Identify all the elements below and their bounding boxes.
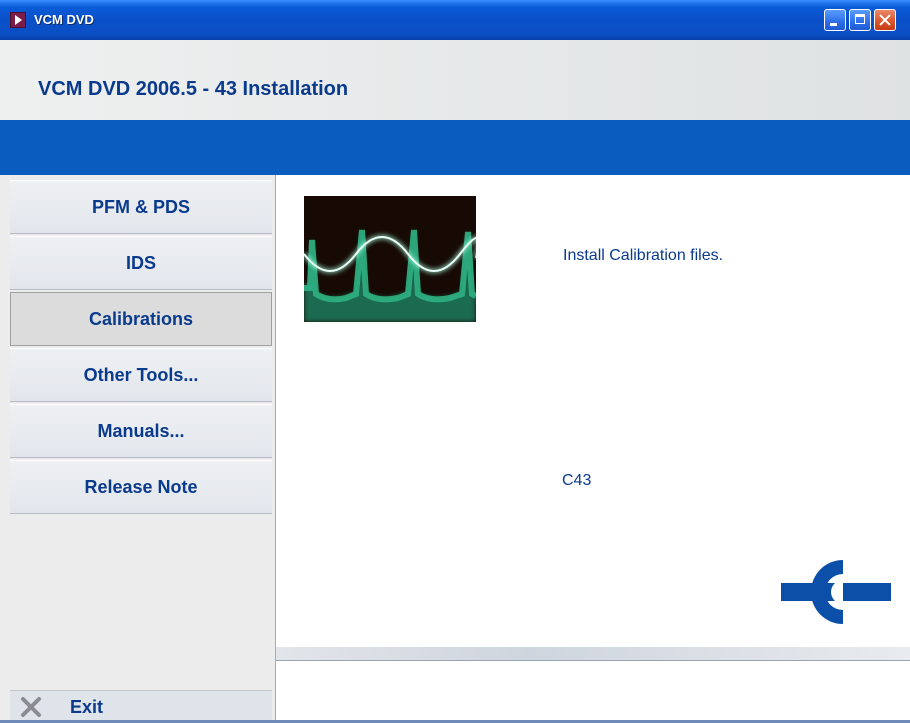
- exit-button[interactable]: Exit: [10, 690, 272, 723]
- sidebar-item-release-note[interactable]: Release Note: [10, 460, 272, 514]
- header-title: VCM DVD 2006.5 - 43 Installation: [38, 78, 349, 100]
- app-play-icon: [10, 12, 26, 28]
- minimize-button[interactable]: [824, 9, 846, 31]
- maximize-button[interactable]: [849, 9, 871, 31]
- sidebar-item-calibrations[interactable]: Calibrations: [10, 292, 272, 346]
- title-bar[interactable]: VCM DVD: [0, 0, 910, 40]
- content-divider: [276, 647, 910, 661]
- header-banner: VCM DVD 2006.5 - 43 Installation: [0, 40, 910, 120]
- sidebar-item-other-tools[interactable]: Other Tools...: [10, 348, 272, 402]
- exit-label: Exit: [70, 697, 104, 717]
- app-window: VCM DVD VCM DVD 2006.5 - 43 Installation…: [0, 0, 910, 723]
- close-button[interactable]: [874, 9, 896, 31]
- sidebar-item-pfm-pds[interactable]: PFM & PDS: [10, 180, 272, 234]
- oscilloscope-waveform-image: [304, 196, 476, 322]
- dvd-code: C43: [562, 472, 592, 489]
- content-panel: Install Calibration files. C43: [276, 175, 910, 723]
- description-text: Install Calibration files.: [563, 247, 724, 264]
- sidebar-item-manuals[interactable]: Manuals...: [10, 404, 272, 458]
- sidebar-item-ids[interactable]: IDS: [10, 236, 272, 290]
- header-band: [0, 120, 910, 175]
- ford-vcm-logo: [781, 552, 891, 634]
- exit-x-icon: [21, 697, 41, 717]
- window-title: VCM DVD: [34, 12, 94, 27]
